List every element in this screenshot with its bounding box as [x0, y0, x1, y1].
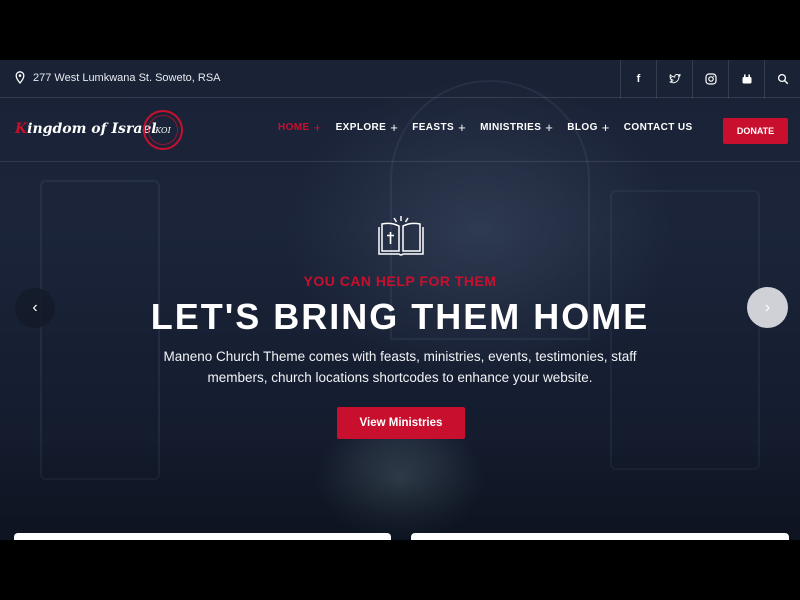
- hero-eyebrow: YOU CAN HELP FOR THEM: [303, 273, 497, 289]
- nav-feasts-label: FEASTS: [412, 122, 455, 133]
- slider-prev-button[interactable]: ‹: [15, 288, 55, 328]
- nav-home[interactable]: HOME +: [278, 119, 322, 135]
- view-ministries-button[interactable]: View Ministries: [337, 407, 465, 439]
- plus-icon: +: [313, 119, 322, 135]
- hero-headline: LET'S BRING THEM HOME: [150, 296, 650, 337]
- youtube-icon[interactable]: [728, 60, 764, 98]
- facebook-glyph: f: [636, 73, 641, 85]
- donate-button[interactable]: DONATE: [723, 118, 788, 144]
- slider-next-button[interactable]: ›: [747, 287, 788, 328]
- plus-icon: +: [601, 119, 610, 135]
- youtube-glyph: [742, 74, 751, 84]
- search-icon[interactable]: [764, 60, 800, 98]
- logo-badge[interactable]: KOI: [143, 110, 183, 150]
- instagram-icon[interactable]: [692, 60, 728, 98]
- nav-contact-us-label: CONTACT US: [623, 122, 693, 133]
- site-logo[interactable]: Kingdom of Israel: [15, 121, 157, 137]
- letterbox-bottom: [0, 540, 800, 600]
- address: 277 West Lumkwana St. Soweto, RSA: [15, 71, 221, 84]
- nav-blog-label: BLOG: [567, 122, 598, 133]
- plus-icon: +: [458, 119, 467, 135]
- background-floor: [0, 440, 800, 540]
- location-pin-icon: [15, 71, 25, 84]
- logo-initial: K: [15, 121, 28, 137]
- feature-card-right: [411, 533, 789, 540]
- plus-icon: +: [545, 119, 554, 135]
- twitter-glyph: [668, 73, 681, 84]
- twitter-icon[interactable]: [656, 60, 692, 98]
- nav-explore-label: EXPLORE: [335, 122, 387, 133]
- bible-icon: [378, 216, 424, 256]
- address-text: 277 West Lumkwana St. Soweto, RSA: [33, 71, 221, 84]
- facebook-icon[interactable]: f: [620, 60, 656, 98]
- hero-description: Maneno Church Theme comes with feasts, m…: [163, 349, 637, 385]
- logo-name: ingdom of Israel: [27, 121, 157, 137]
- nav-ministries[interactable]: MINISTRIES +: [480, 119, 554, 135]
- nav-blog[interactable]: BLOG +: [567, 119, 610, 135]
- main-navigation: Kingdom of Israel KOI HOME + EXPLORE + F…: [0, 98, 800, 162]
- menu: HOME + EXPLORE + FEASTS + MINISTRIES + B…: [278, 119, 693, 135]
- search-glyph: [777, 73, 788, 85]
- nav-ministries-label: MINISTRIES: [480, 122, 542, 133]
- chevron-right-icon: ›: [764, 298, 771, 316]
- top-bar: 277 West Lumkwana St. Soweto, RSA f: [0, 60, 800, 98]
- instagram-glyph: [704, 73, 717, 85]
- logo-badge-text: KOI: [148, 115, 178, 145]
- nav-contact-us[interactable]: CONTACT US: [624, 122, 693, 133]
- nav-home-label: HOME: [278, 122, 310, 133]
- nav-explore[interactable]: EXPLORE +: [335, 119, 399, 135]
- letterbox-top: [0, 0, 800, 60]
- nav-feasts[interactable]: FEASTS +: [412, 119, 467, 135]
- social-links: f: [620, 60, 800, 98]
- chevron-left-icon: ‹: [32, 299, 38, 316]
- feature-card-left: [14, 533, 391, 540]
- plus-icon: +: [390, 119, 399, 135]
- website-viewport: 277 West Lumkwana St. Soweto, RSA f King…: [0, 60, 800, 540]
